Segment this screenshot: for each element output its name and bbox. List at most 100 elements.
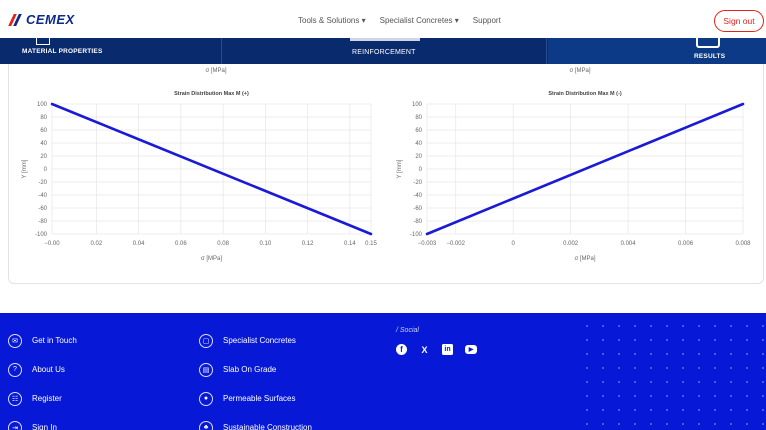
results-panel: σ [MPa] σ [MPa] 100 80 60 40 20 0 -20 -40 -60 -80…: [8, 64, 764, 284]
y-tick-label: -60: [413, 206, 422, 212]
footer-link-col1-3[interactable]: ⇥ Sign In: [8, 413, 77, 430]
nav-support[interactable]: Support: [473, 16, 501, 25]
x-tick-label: 0.15: [365, 241, 377, 247]
chart-max-m-positive: 100 80 60 40 20 0 -20 -40 -60 -80 -100 −0.00 0.02 0.0…: [22, 91, 377, 262]
x-axis-label: σ [MPa]: [201, 256, 222, 262]
footer-link-col2-3[interactable]: ♣ Sustainable Construction: [199, 413, 312, 430]
footer-link-label: Permeable Surfaces: [223, 394, 296, 403]
y-tick-label: 100: [412, 102, 423, 108]
logo-text: CEMEX: [26, 12, 75, 27]
tab-results-label: RESULTS: [694, 53, 726, 60]
x-tick-label: 0: [512, 241, 516, 247]
linkedin-icon[interactable]: in: [442, 344, 453, 355]
tab-reinforcement[interactable]: REINFORCEMENT: [221, 38, 547, 64]
footer-link-label: Sustainable Construction: [223, 423, 312, 430]
y-tick-label: 0: [44, 167, 48, 173]
strain-charts: σ [MPa] σ [MPa] 100 80 60 40 20 0 -20 -40 -60 -80…: [22, 68, 751, 262]
x-tick-label: 0.08: [217, 241, 229, 247]
footer-link-label: Register: [32, 394, 62, 403]
y-tick-label: 0: [419, 167, 423, 173]
y-axis-label: Y [mm]: [397, 159, 403, 178]
chart-title: Strain Distribution Max M (-): [548, 91, 622, 97]
tab-material-properties[interactable]: MATERIAL PROPERTIES: [0, 36, 220, 64]
social-title: / Social: [396, 327, 419, 334]
x-twitter-icon[interactable]: X: [419, 344, 430, 355]
x-tick-label: 0.14: [344, 241, 356, 247]
footer-link-col2-0[interactable]: ▢ Specialist Concretes: [199, 326, 312, 355]
concrete-icon: ▢: [199, 333, 213, 348]
x-tick-label: 0.004: [621, 241, 637, 247]
y-tick-label: -20: [413, 180, 422, 186]
x-tick-label: −0.003: [418, 241, 437, 247]
droplet-icon: ●: [199, 391, 213, 406]
y-tick-label: 20: [40, 154, 47, 160]
y-tick-label: -100: [35, 232, 48, 238]
y-tick-label: 100: [37, 102, 48, 108]
y-tick-label: 80: [415, 115, 422, 121]
y-tick-label: -40: [38, 193, 47, 199]
footer-link-col2-1[interactable]: ▤ Slab On Grade: [199, 355, 312, 384]
footer-link-col1-0[interactable]: ✉ Get in Touch: [8, 326, 77, 355]
sign-in-icon: ⇥: [8, 420, 22, 430]
results-icon: [696, 36, 720, 48]
youtube-icon[interactable]: ▶: [465, 345, 477, 354]
site-header: CEMEX Tools & Solutions ▾ Specialist Con…: [0, 0, 766, 40]
footer-link-col1-2[interactable]: ☷ Register: [8, 384, 77, 413]
register-icon: ☷: [8, 391, 22, 406]
top-right-axis-label: σ [MPa]: [569, 68, 590, 74]
y-tick-label: -80: [413, 219, 422, 225]
y-tick-label: 60: [415, 128, 422, 134]
material-icon: [36, 36, 50, 45]
footer-column-links: ✉ Get in Touch ? About Us ☷ Register ⇥ Sign In: [8, 326, 77, 430]
y-tick-label: 80: [40, 115, 47, 121]
y-tick-label: -20: [38, 180, 47, 186]
x-tick-label: 0.002: [563, 241, 579, 247]
footer-link-label: Specialist Concretes: [223, 336, 296, 345]
x-tick-label: 0.06: [175, 241, 187, 247]
tab-results[interactable]: RESULTS: [548, 36, 766, 64]
chart-max-m-negative: 100 80 60 40 20 0 -20 -40 -60 -80 -100 −0.003 −0.002…: [397, 91, 751, 262]
x-tick-label: 0.006: [678, 241, 694, 247]
email-icon: ✉: [8, 333, 22, 348]
cemex-logo[interactable]: CEMEX: [8, 12, 75, 27]
site-footer: ✉ Get in Touch? About Us ☷ Register ⇥ Sign In …: [0, 313, 766, 430]
step-tabs: MATERIAL PROPERTIES REINFORCEMENT RESULT…: [0, 36, 766, 64]
social-links: f Xin ▶: [396, 344, 477, 355]
x-tick-label: 0.04: [133, 241, 145, 247]
y-tick-label: 60: [40, 128, 47, 134]
y-tick-label: 20: [415, 154, 422, 160]
y-tick-label: 40: [40, 141, 47, 147]
x-tick-label: −0.002: [446, 241, 465, 247]
x-tick-label: 0.008: [735, 241, 751, 247]
facebook-icon[interactable]: f: [396, 344, 407, 355]
tab-material-label: MATERIAL PROPERTIES: [22, 48, 103, 55]
footer-column-products: ▢ Specialist Concretes ▤ Slab On Grade ● Perm…: [199, 326, 312, 430]
chart-title: Strain Distribution Max M (+): [174, 91, 249, 97]
footer-link-col1-1[interactable]: ? About Us: [8, 355, 77, 384]
y-tick-label: -60: [38, 206, 47, 212]
sign-out-button[interactable]: Sign out: [714, 10, 764, 32]
x-tick-label: 0.10: [260, 241, 272, 247]
x-tick-label: 0.12: [302, 241, 314, 247]
nav-specialist-concretes[interactable]: Specialist Concretes ▾: [380, 16, 459, 25]
footer-link-label: About Us: [32, 365, 65, 374]
x-axis-label: σ [MPa]: [574, 256, 595, 262]
footer-link-label: Get in Touch: [32, 336, 77, 345]
y-tick-label: -100: [410, 232, 423, 238]
y-tick-label: -40: [413, 193, 422, 199]
y-axis-label: Y [mm]: [22, 159, 28, 178]
footer-dot-pattern: [575, 313, 766, 430]
y-tick-label: 40: [415, 141, 422, 147]
top-left-axis-label: σ [MPa]: [205, 68, 226, 74]
y-tick-label: -80: [38, 219, 47, 225]
footer-link-col2-2[interactable]: ● Permeable Surfaces: [199, 384, 312, 413]
x-tick-label: −0.00: [44, 241, 60, 247]
tab-reinforcement-label: REINFORCEMENT: [352, 49, 416, 56]
footer-link-label: Slab On Grade: [223, 365, 277, 374]
nav-tools-solutions[interactable]: Tools & Solutions ▾: [298, 16, 366, 25]
slab-icon: ▤: [199, 362, 213, 377]
page: CEMEX Tools & Solutions ▾ Specialist Con…: [0, 0, 766, 430]
x-tick-label: 0.02: [91, 241, 103, 247]
cemex-logo-icon: [8, 13, 24, 26]
main-nav: Tools & Solutions ▾ Specialist Concretes…: [298, 16, 501, 25]
